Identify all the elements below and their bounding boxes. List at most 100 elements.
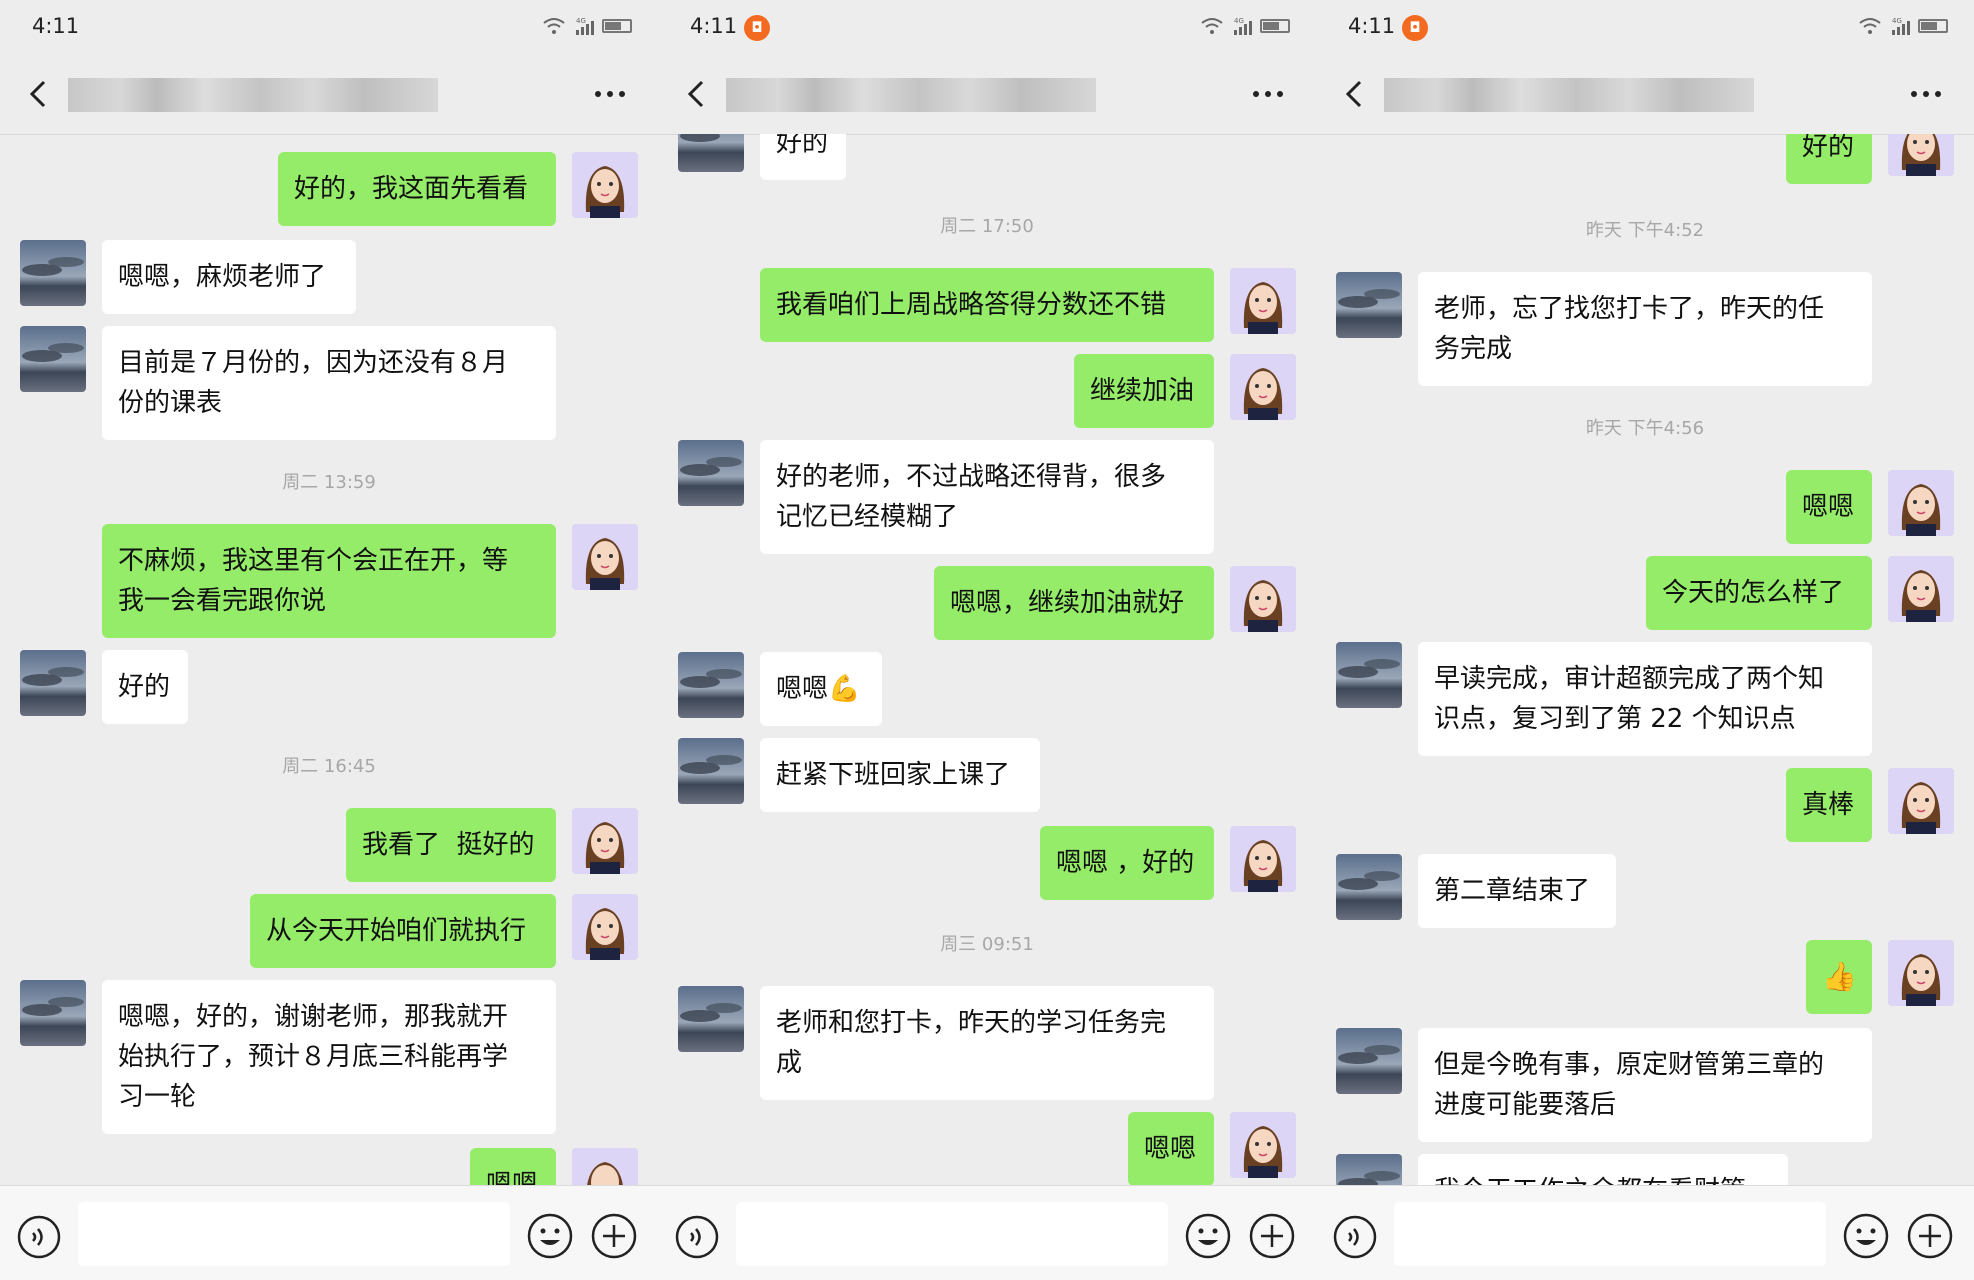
contact-avatar	[1336, 854, 1402, 920]
more-dots-icon[interactable]	[1906, 76, 1946, 112]
outgoing-message[interactable]: 嗯嗯	[1128, 1112, 1214, 1186]
voice-icon[interactable]	[1332, 1214, 1378, 1260]
chat-screen-3: 4:11 ◘ 4G 好的 昨天 下午4:52 老师，忘了找您打卡了，昨天的任 务…	[1316, 0, 1974, 1280]
incoming-message[interactable]: 嗯嗯，麻烦老师了	[102, 240, 356, 314]
outgoing-message[interactable]: 好的，我这面先看看	[278, 152, 556, 226]
signal-icon: 4G	[1234, 17, 1252, 35]
battery-icon	[1918, 19, 1948, 33]
teacher-avatar	[572, 524, 638, 590]
plus-icon[interactable]	[590, 1212, 638, 1260]
timestamp: 周二 17:50	[940, 216, 1034, 237]
status-bar: 4:11 ◘ 4G	[658, 0, 1316, 56]
outgoing-message[interactable]: 嗯嗯	[1786, 470, 1872, 544]
chevron-left-icon[interactable]	[678, 74, 718, 114]
teacher-avatar	[1230, 1112, 1296, 1178]
contact-name-blurred	[726, 78, 1096, 112]
outgoing-message[interactable]: 真棒	[1786, 768, 1872, 842]
system-icons: 4G	[1200, 16, 1290, 36]
outgoing-message[interactable]: 不麻烦，我这里有个会正在开，等 我一会看完跟你说	[102, 524, 556, 638]
battery-icon	[1260, 19, 1290, 33]
teacher-avatar	[1230, 354, 1296, 420]
chevron-left-icon[interactable]	[20, 74, 60, 114]
emoji-icon[interactable]	[1842, 1212, 1890, 1260]
teacher-avatar	[1888, 470, 1954, 536]
outgoing-message[interactable]: 好的	[1786, 134, 1872, 184]
contact-avatar	[1336, 642, 1402, 708]
voice-icon[interactable]	[16, 1214, 62, 1260]
incoming-message[interactable]: 好的	[760, 134, 846, 180]
plus-icon[interactable]	[1248, 1212, 1296, 1260]
contact-name-blurred	[68, 78, 438, 112]
message-list: 好的 周二 17:50 我看咱们上周战略答得分数还不错 继续加油 好的老师，不过…	[658, 134, 1316, 1186]
contact-avatar	[678, 440, 744, 506]
message-input[interactable]	[1394, 1202, 1826, 1266]
plus-icon[interactable]	[1906, 1212, 1954, 1260]
notification-badge-icon: ◘	[1402, 15, 1428, 41]
input-bar	[0, 1185, 658, 1280]
outgoing-message[interactable]: 嗯嗯，继续加油就好	[934, 566, 1214, 640]
emoji-icon[interactable]	[526, 1212, 574, 1260]
message-list: 好的 昨天 下午4:52 老师，忘了找您打卡了，昨天的任 务完成 昨天 下午4:…	[1316, 134, 1974, 1186]
contact-avatar	[20, 240, 86, 306]
incoming-message[interactable]: 老师和您打卡，昨天的学习任务完 成	[760, 986, 1214, 1100]
chat-screen-2: 4:11 ◘ 4G 好的 周二 17:50 我看咱们上周战略答得分数还不错 继续…	[658, 0, 1316, 1280]
contact-name-blurred	[1384, 78, 1754, 112]
system-icons: 4G	[542, 16, 632, 36]
outgoing-message[interactable]: 我看了 挺好的	[346, 808, 556, 882]
incoming-message[interactable]: 赶紧下班回家上课了	[760, 738, 1040, 812]
svg-text:4G: 4G	[576, 17, 586, 25]
contact-avatar	[20, 326, 86, 392]
timestamp: 昨天 下午4:56	[1585, 418, 1705, 439]
status-bar: 4:11 ◘ 4G	[1316, 0, 1974, 56]
teacher-avatar	[572, 808, 638, 874]
emoji-icon[interactable]	[1184, 1212, 1232, 1260]
chevron-left-icon[interactable]	[1336, 74, 1376, 114]
contact-avatar	[678, 738, 744, 804]
chat-title-bar	[658, 56, 1316, 135]
teacher-avatar	[1888, 556, 1954, 622]
incoming-message[interactable]: 嗯嗯，好的，谢谢老师，那我就开 始执行了，预计８月底三科能再学 习一轮	[102, 980, 556, 1134]
incoming-message[interactable]: 但是今晚有事，原定财管第三章的 进度可能要落后	[1418, 1028, 1872, 1142]
svg-text:4G: 4G	[1234, 17, 1244, 25]
incoming-message[interactable]: 老师，忘了找您打卡了，昨天的任 务完成	[1418, 272, 1872, 386]
message-list: 好的，我这面先看看 嗯嗯，麻烦老师了 目前是７月份的，因为还没有８月 份的课表 …	[0, 134, 658, 1186]
chat-title-bar	[0, 56, 658, 135]
message-input[interactable]	[78, 1202, 510, 1266]
incoming-message[interactable]: 好的老师，不过战略还得背，很多 记忆已经模糊了	[760, 440, 1214, 554]
teacher-avatar	[1888, 768, 1954, 834]
outgoing-message[interactable]: 今天的怎么样了	[1646, 556, 1872, 630]
incoming-message[interactable]: 目前是７月份的，因为还没有８月 份的课表	[102, 326, 556, 440]
input-bar	[1316, 1185, 1974, 1280]
contact-avatar	[20, 650, 86, 716]
teacher-avatar	[1888, 940, 1954, 1006]
signal-icon: 4G	[576, 17, 594, 35]
outgoing-message[interactable]: 从今天开始咱们就执行	[250, 894, 556, 968]
outgoing-message[interactable]: 我看咱们上周战略答得分数还不错	[760, 268, 1214, 342]
status-bar: 4:11 4G	[0, 0, 658, 56]
outgoing-message[interactable]: 继续加油	[1074, 354, 1214, 428]
outgoing-message[interactable]: 嗯嗯	[470, 1148, 556, 1186]
incoming-message[interactable]: 早读完成，审计超额完成了两个知 识点，复习到了第 22 个知识点	[1418, 642, 1872, 756]
wifi-icon	[1201, 18, 1223, 34]
voice-icon[interactable]	[674, 1214, 720, 1260]
incoming-message[interactable]: 嗯嗯💪	[760, 652, 882, 726]
teacher-avatar	[572, 894, 638, 960]
incoming-message[interactable]: 好的	[102, 650, 188, 724]
svg-text:4G: 4G	[1892, 17, 1902, 25]
teacher-avatar	[1230, 566, 1296, 632]
contact-avatar	[678, 134, 744, 172]
outgoing-message[interactable]: 嗯嗯 ，好的	[1040, 826, 1214, 900]
more-dots-icon[interactable]	[590, 76, 630, 112]
incoming-message[interactable]: 我今天工作之余都在看财管	[1418, 1154, 1788, 1186]
message-input[interactable]	[736, 1202, 1168, 1266]
outgoing-message[interactable]: 👍	[1806, 940, 1872, 1014]
incoming-message[interactable]: 第二章结束了	[1418, 854, 1616, 928]
more-dots-icon[interactable]	[1248, 76, 1288, 112]
teacher-avatar	[1230, 268, 1296, 334]
chat-screen-1: 4:11 4G 好的，我这面先看看 嗯嗯，麻烦老师了 目前是７月份的，因为还没有…	[0, 0, 658, 1280]
wifi-icon	[1859, 18, 1881, 34]
timestamp: 昨天 下午4:52	[1585, 220, 1705, 241]
contact-avatar	[1336, 272, 1402, 338]
status-time: 4:11	[1348, 14, 1396, 38]
wifi-icon	[543, 18, 565, 34]
